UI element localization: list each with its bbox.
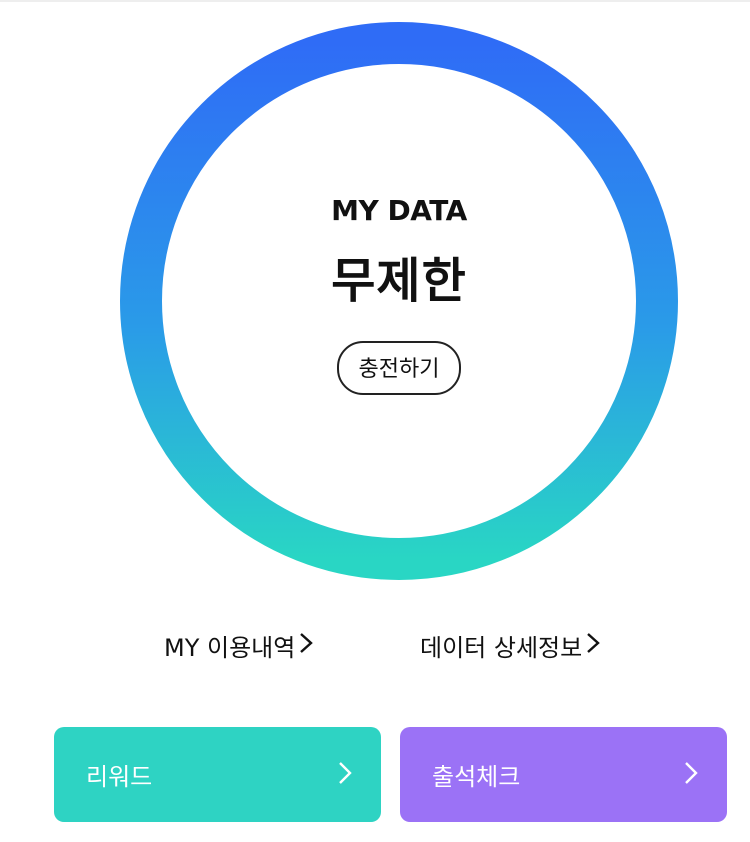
chevron-right-icon xyxy=(586,632,600,660)
data-amount-value: 무제한 xyxy=(331,252,467,309)
data-details-label: 데이터 상세정보 xyxy=(420,634,583,662)
reward-card[interactable]: 리워드 xyxy=(54,727,381,822)
attendance-check-label: 출석체크 xyxy=(432,763,521,791)
data-details-link[interactable]: 데이터 상세정보 xyxy=(420,628,600,663)
usage-history-label: MY 이용내역 xyxy=(164,634,296,662)
usage-history-link[interactable]: MY 이용내역 xyxy=(164,628,314,663)
attendance-check-card[interactable]: 출석체크 xyxy=(400,727,727,822)
chevron-right-icon xyxy=(299,632,314,660)
top-divider xyxy=(0,0,750,2)
info-links: MY 이용내역 데이터 상세정보 xyxy=(0,628,750,668)
charge-button[interactable]: 충전하기 xyxy=(336,340,462,395)
my-data-title: MY DATA xyxy=(331,193,467,227)
chevron-right-icon xyxy=(337,760,353,790)
chevron-right-icon xyxy=(683,760,699,790)
data-ring-center: MY DATA 무제한 충전하기 xyxy=(118,20,680,582)
page: MY DATA 무제한 충전하기 MY 이용내역 데이터 상세정보 리워드 출석… xyxy=(0,0,750,842)
reward-label: 리워드 xyxy=(86,763,153,791)
